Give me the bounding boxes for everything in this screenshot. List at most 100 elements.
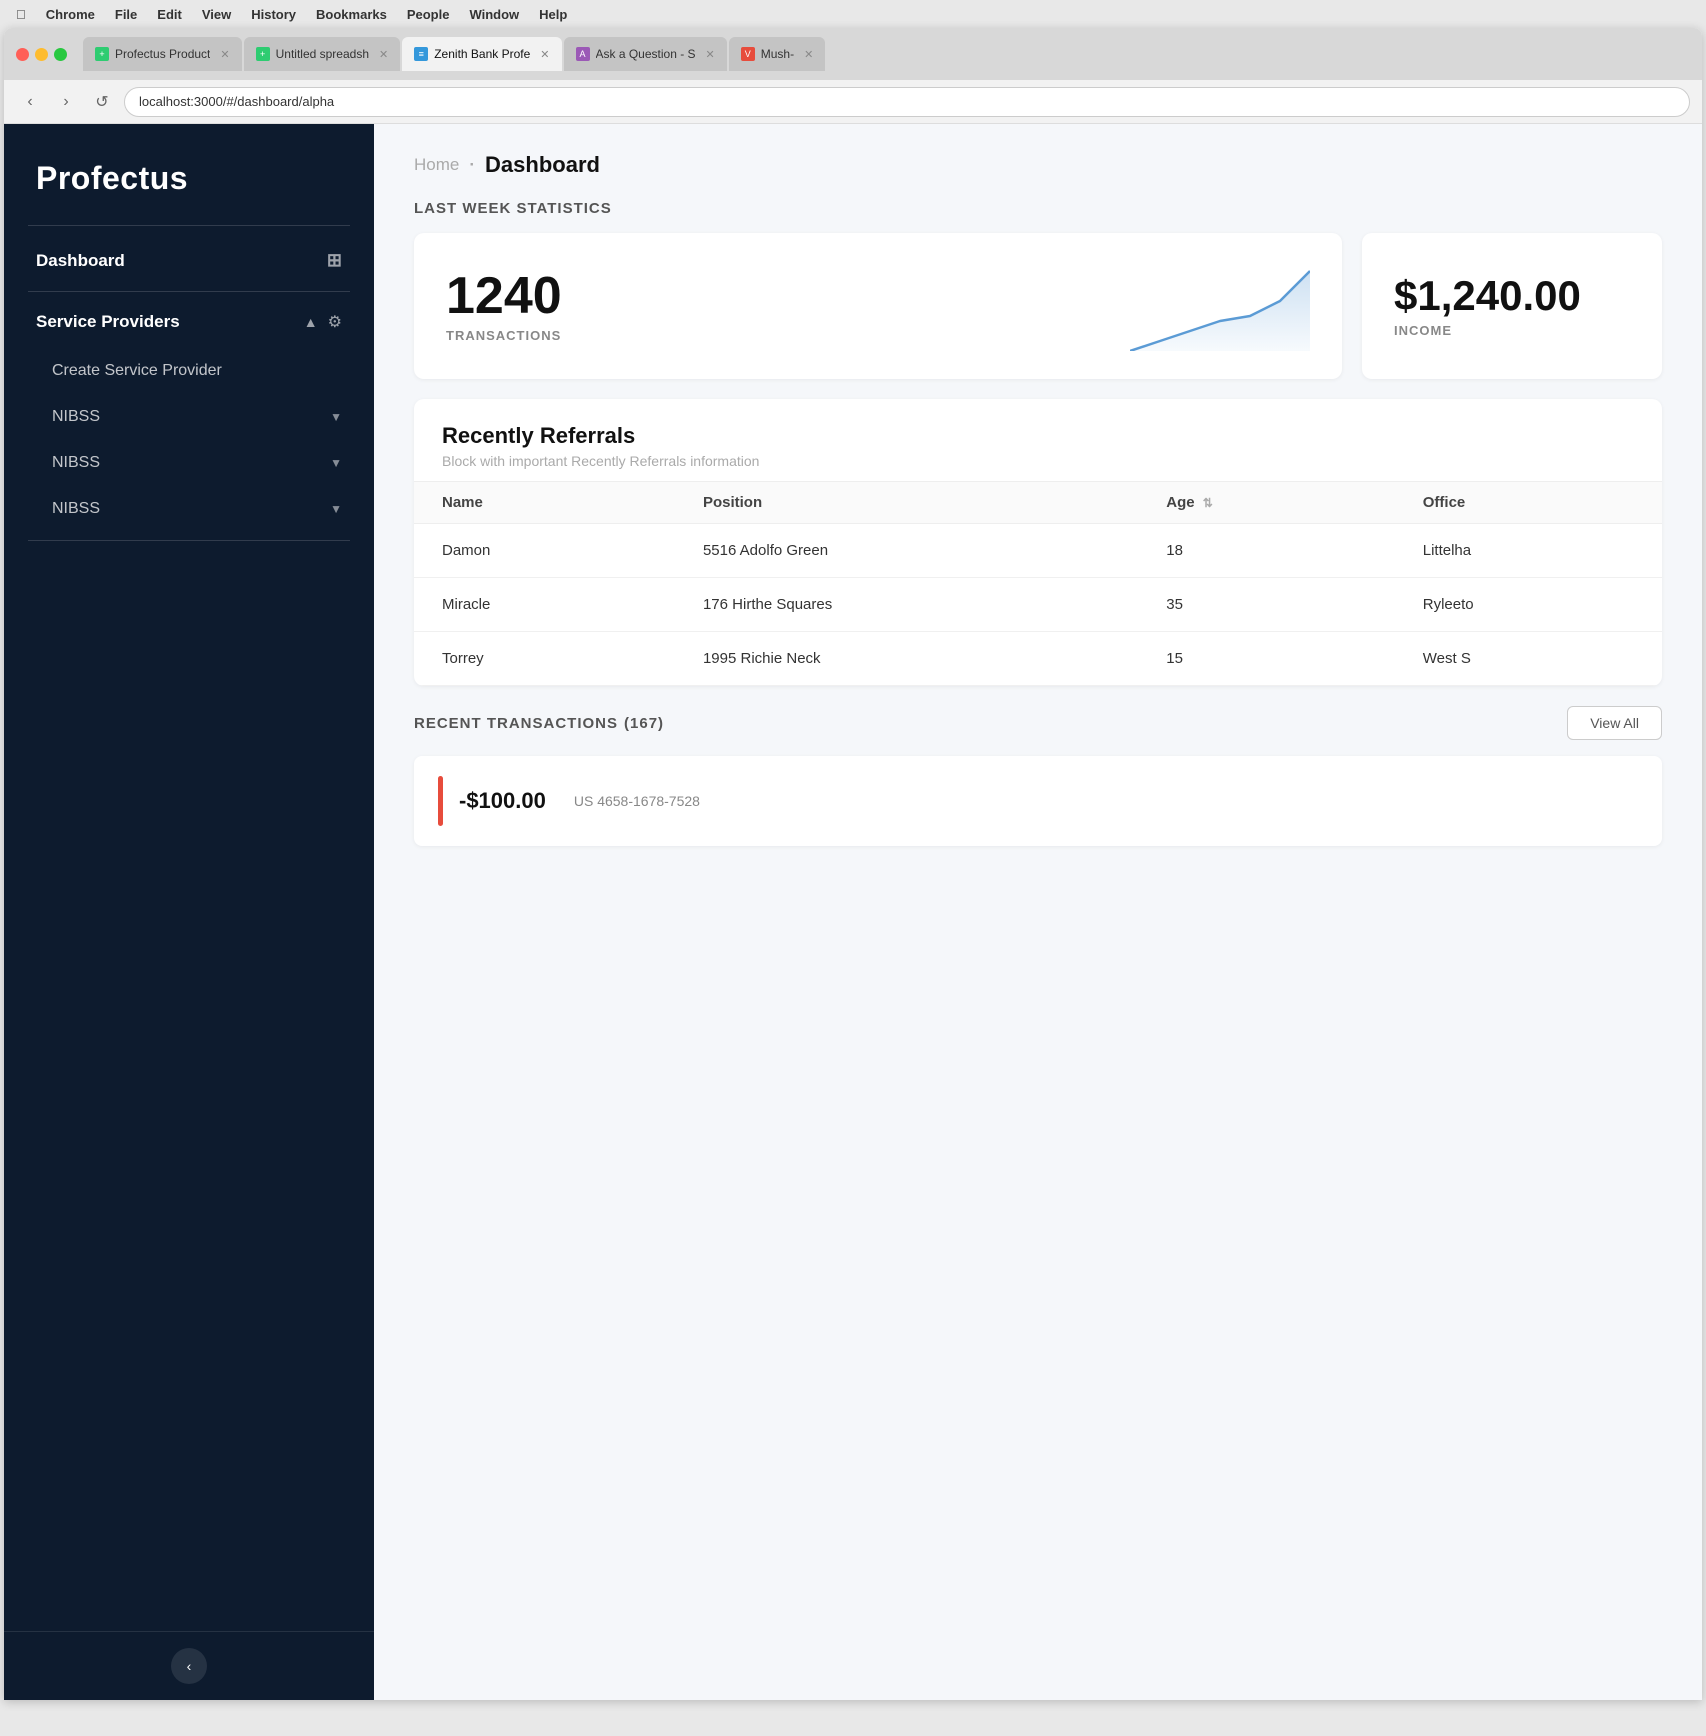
- sidebar-divider3: [28, 540, 350, 541]
- row2-name: Miracle: [414, 578, 675, 632]
- row3-office: West S: [1395, 632, 1662, 686]
- row3-age: 15: [1138, 632, 1395, 686]
- address-bar[interactable]: [124, 87, 1690, 117]
- nibss2-label: NIBSS: [52, 454, 100, 472]
- browser-toolbar: ‹ › ↺: [4, 80, 1702, 124]
- tab1-icon: +: [95, 47, 109, 61]
- referrals-header: Recently Referrals Block with important …: [414, 399, 1662, 481]
- tab2-icon: +: [256, 47, 270, 61]
- view-menu[interactable]: View: [202, 7, 231, 22]
- breadcrumb-current: Dashboard: [485, 152, 600, 178]
- transactions-card: 1240 TRANSACTIONS: [414, 233, 1342, 379]
- reload-button[interactable]: ↺: [88, 88, 116, 116]
- back-button[interactable]: ‹: [16, 88, 44, 116]
- browser-window: + Profectus Product ✕ + Untitled spreads…: [4, 28, 1702, 1700]
- table-row: Torrey 1995 Richie Neck 15 West S: [414, 632, 1662, 686]
- sidebar-collapse-button[interactable]: ‹: [171, 1648, 207, 1684]
- tab2-label: Untitled spreadsh: [276, 47, 369, 61]
- sidebar-item-service-providers-label: Service Providers: [36, 312, 180, 332]
- chevron-down-icon-1: ▼: [330, 410, 342, 424]
- main-content: Home · Dashboard LAST WEEK STATISTICS 12…: [374, 124, 1702, 1700]
- sidebar-item-dashboard-label: Dashboard: [36, 251, 125, 271]
- col-age[interactable]: Age ⇅: [1138, 482, 1395, 524]
- sidebar-logo: Profectus: [4, 124, 374, 225]
- col-position: Position: [675, 482, 1138, 524]
- sidebar-bottom: ‹: [4, 1631, 374, 1700]
- tab3-label: Zenith Bank Profe: [434, 47, 530, 61]
- sidebar-item-dashboard[interactable]: Dashboard ⊞: [4, 234, 374, 287]
- file-menu[interactable]: File: [115, 7, 137, 22]
- col-name: Name: [414, 482, 675, 524]
- row1-age: 18: [1138, 524, 1395, 578]
- breadcrumb-separator: ·: [469, 155, 475, 175]
- row1-position: 5516 Adolfo Green: [675, 524, 1138, 578]
- transactions-value: 1240: [446, 270, 562, 322]
- chrome-menu[interactable]: Chrome: [46, 7, 95, 22]
- help-menu[interactable]: Help: [539, 7, 567, 22]
- chevron-down-icon-2: ▼: [330, 456, 342, 470]
- col-office: Office: [1395, 482, 1662, 524]
- close-button[interactable]: [16, 48, 29, 61]
- tab-4[interactable]: A Ask a Question - S ✕: [564, 37, 727, 71]
- create-service-provider-label: Create Service Provider: [52, 362, 222, 380]
- sidebar-item-nibss-3[interactable]: NIBSS ▼: [4, 486, 374, 532]
- sidebar-item-service-providers[interactable]: Service Providers ▲ ⚙: [4, 296, 374, 348]
- forward-button[interactable]: ›: [52, 88, 80, 116]
- sidebar-item-nibss-1[interactable]: NIBSS ▼: [4, 394, 374, 440]
- tab5-label: Mush-: [761, 47, 794, 61]
- tab-1[interactable]: + Profectus Product ✕: [83, 37, 242, 71]
- minimize-button[interactable]: [35, 48, 48, 61]
- tabs-bar: + Profectus Product ✕ + Untitled spreads…: [83, 37, 1690, 71]
- sidebar-divider2: [28, 291, 350, 292]
- breadcrumb-home[interactable]: Home: [414, 155, 459, 175]
- bookmarks-menu[interactable]: Bookmarks: [316, 7, 387, 22]
- view-all-button[interactable]: View All: [1567, 706, 1662, 740]
- tab-3[interactable]: ≡ Zenith Bank Profe ✕: [402, 37, 561, 71]
- sort-icon: ⇅: [1203, 496, 1213, 510]
- chevron-down-icon-3: ▼: [330, 502, 342, 516]
- window-menu[interactable]: Window: [469, 7, 519, 22]
- referrals-title: Recently Referrals: [442, 423, 1634, 449]
- gear-icon[interactable]: ⚙: [328, 312, 342, 332]
- history-menu[interactable]: History: [251, 7, 296, 22]
- income-label: INCOME: [1394, 323, 1581, 338]
- sidebar: Profectus Dashboard ⊞ Service Provider: [4, 124, 374, 1700]
- table-row: Miracle 176 Hirthe Squares 35 Ryleeto: [414, 578, 1662, 632]
- tab3-icon: ≡: [414, 47, 428, 61]
- transactions-count: (167): [624, 715, 664, 732]
- traffic-lights: [16, 48, 67, 61]
- tab5-icon: V: [741, 47, 755, 61]
- stats-cards: 1240 TRANSACTIONS: [414, 233, 1662, 379]
- maximize-button[interactable]: [54, 48, 67, 61]
- tab5-close-icon[interactable]: ✕: [804, 48, 813, 61]
- os-menubar:  Chrome File Edit View History Bookmark…: [0, 0, 1706, 28]
- transaction-item: -$100.00 US 4658-1678-7528: [414, 756, 1662, 846]
- edit-menu[interactable]: Edit: [157, 7, 182, 22]
- referrals-subtitle: Block with important Recently Referrals …: [442, 453, 1634, 469]
- income-value: $1,240.00: [1394, 275, 1581, 317]
- table-header-row: Name Position Age ⇅ Office: [414, 482, 1662, 524]
- transactions-header: RECENT TRANSACTIONS (167) View All: [414, 706, 1662, 740]
- transactions-title: RECENT TRANSACTIONS: [414, 715, 618, 732]
- tab2-close-icon[interactable]: ✕: [379, 48, 388, 61]
- tab-2[interactable]: + Untitled spreadsh ✕: [244, 37, 401, 71]
- tab1-close-icon[interactable]: ✕: [220, 48, 229, 61]
- referrals-table: Name Position Age ⇅ Office: [414, 481, 1662, 686]
- row2-position: 176 Hirthe Squares: [675, 578, 1138, 632]
- people-menu[interactable]: People: [407, 7, 450, 22]
- transaction-id: US 4658-1678-7528: [574, 793, 700, 809]
- app-container: Profectus Dashboard ⊞ Service Provider: [4, 124, 1702, 1700]
- transactions-label: TRANSACTIONS: [446, 328, 562, 343]
- transaction-amount: -$100.00: [459, 788, 546, 814]
- sidebar-nav: Dashboard ⊞ Service Providers ▲ ⚙: [4, 226, 374, 1631]
- tab3-close-icon[interactable]: ✕: [540, 48, 549, 61]
- tab-5[interactable]: V Mush- ✕: [729, 37, 826, 71]
- income-card: $1,240.00 INCOME: [1362, 233, 1662, 379]
- tab4-close-icon[interactable]: ✕: [706, 48, 715, 61]
- layers-icon: ⊞: [327, 250, 342, 271]
- apple-icon[interactable]: : [16, 7, 26, 22]
- table-row: Damon 5516 Adolfo Green 18 Littelha: [414, 524, 1662, 578]
- sidebar-item-create-service-provider[interactable]: Create Service Provider: [4, 348, 374, 394]
- sidebar-item-nibss-2[interactable]: NIBSS ▼: [4, 440, 374, 486]
- row3-name: Torrey: [414, 632, 675, 686]
